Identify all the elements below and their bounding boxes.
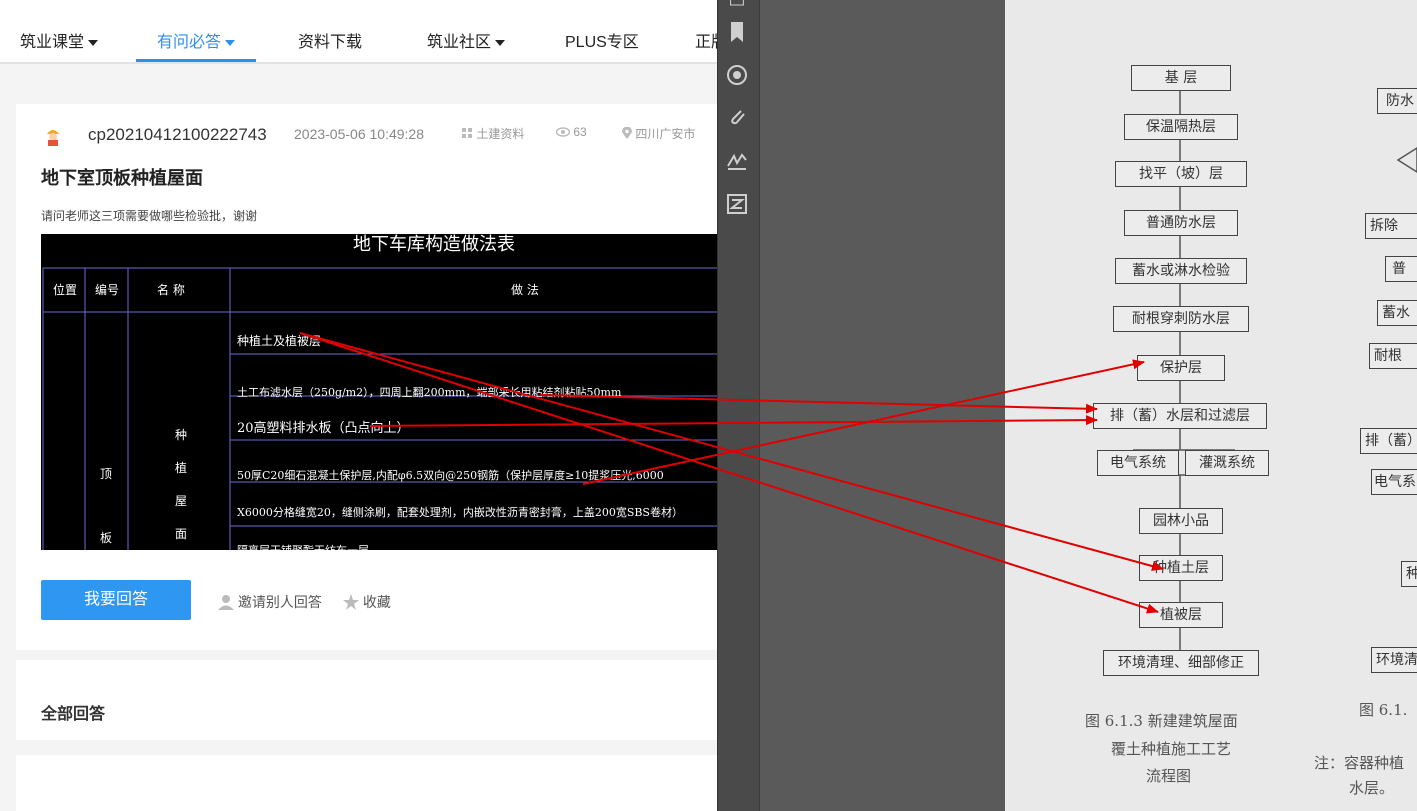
flow-step-4: 普通防水层 (1124, 210, 1238, 236)
question-title: 地下室顶板种植屋面 (41, 168, 203, 188)
user-invite-icon (218, 594, 234, 613)
figure-caption-3: 流程图 (1146, 767, 1192, 785)
grid-icon (462, 127, 473, 142)
answer-button[interactable]: 我要回答 (41, 580, 191, 620)
partial-step-4: 蓄水 (1377, 300, 1417, 326)
compare-icon[interactable] (726, 193, 748, 215)
partial-caption: 图 6.1. (1359, 701, 1408, 719)
flow-step-14: 环境清理、细部修正 (1103, 650, 1259, 676)
signature-icon[interactable] (726, 150, 748, 172)
flow-step-irrigation: 灌溉系统 (1185, 450, 1269, 476)
layer-row-1: 种植土及植被层 (237, 334, 322, 348)
figure-caption-2: 覆土种植施工工艺 (1111, 740, 1232, 758)
post-datetime: 2023-05-06 10:49:28 (294, 126, 424, 142)
layer-row-2: 土工布滤水层（250g/m2），四周上翻200mm，端部采长用粘结剂粘贴50mm (237, 386, 622, 399)
answers-heading: 全部回答 (41, 706, 106, 723)
flow-step-13: 植被层 (1139, 602, 1223, 628)
header-number: 编号 (95, 283, 120, 297)
nav-item-qa[interactable]: 有问必答 (136, 28, 256, 62)
web-page: 筑业课堂 有问必答 资料下载 筑业社区 PLUS专区 正版 cp20210412… (0, 0, 717, 811)
flow-step-5: 蓄水或淋水检验 (1115, 258, 1247, 284)
partial-step-7: 电气系 (1371, 469, 1417, 495)
flow-step-7: 保护层 (1137, 355, 1225, 381)
flow-step-12: 种植土层 (1139, 555, 1223, 581)
views-meta: 63 (555, 125, 587, 140)
partial-step-8: 种 (1401, 561, 1417, 587)
flow-step-1: 基 层 (1131, 65, 1231, 91)
name-cell: 种植屋面 (175, 428, 188, 541)
nav-item-course[interactable]: 筑业课堂 (20, 28, 99, 62)
avatar[interactable] (44, 126, 62, 146)
image-title: 地下车库构造做法表 (353, 234, 515, 255)
top-navigation: 筑业课堂 有问必答 资料下载 筑业社区 PLUS专区 正版 (0, 0, 717, 64)
layer-row-6: 隔离层干铺聚酯无纺布一层 (237, 542, 369, 550)
flow-step-3: 找平（坡）层 (1115, 161, 1247, 187)
bookmark-icon[interactable] (726, 22, 748, 44)
flow-step-2: 保温隔热层 (1124, 114, 1238, 140)
pdf-viewer: ▭ 基 层 保温隔热层 找平（坡）层 普通防水层 蓄水或淋水检验 耐根穿刺防水层… (717, 0, 1417, 811)
position-cell: 顶板 (100, 467, 113, 545)
target-icon[interactable] (726, 64, 748, 86)
eye-icon (555, 126, 571, 140)
layer-row-5: X6000分格缝宽20，缝侧涂刷，配套处理剂，内嵌改性沥青密封膏，上盖200宽S… (237, 506, 683, 519)
star-icon (343, 593, 359, 613)
invite-button[interactable]: 邀请别人回答 (218, 592, 322, 613)
pdf-sidebar-toolbar: ▭ (717, 0, 760, 811)
nav-item-genuine[interactable]: 正版 (695, 28, 717, 62)
chevron-down-icon (88, 39, 99, 46)
chevron-down-icon (225, 39, 235, 46)
flow-step-electrical: 电气系统 (1097, 450, 1179, 476)
answers-card: 全部回答 (16, 660, 717, 740)
partial-note-2: 水层。 (1349, 779, 1395, 797)
partial-step-5: 耐根 (1369, 343, 1417, 369)
layer-row-4: 50厚C20细石混凝土保护层,内配φ6.5双向@250钢筋（保护层厚度≥10提浆… (237, 469, 664, 482)
flow-step-11: 园林小品 (1139, 508, 1223, 534)
partial-step-9: 环境清 (1371, 647, 1417, 673)
favorite-button[interactable]: 收藏 (343, 592, 391, 613)
nav-item-community[interactable]: 筑业社区 (427, 28, 506, 62)
nav-item-plus[interactable]: PLUS专区 (565, 28, 639, 62)
question-text: 请问老师这三项需要做哪些检验批，谢谢 (41, 209, 258, 223)
header-method: 做 法 (511, 283, 539, 297)
page-icon[interactable]: ▭ (726, 0, 748, 12)
header-name: 名 称 (157, 283, 185, 297)
partial-step-1: 防水 (1377, 88, 1417, 114)
chevron-down-icon (495, 39, 506, 46)
pdf-panel (759, 0, 1006, 811)
answers-list (16, 755, 717, 811)
partial-note: 注：容器种植 (1314, 754, 1405, 772)
username[interactable]: cp20210412100222743 (88, 125, 267, 145)
category-meta[interactable]: 土建资料 (462, 125, 524, 142)
header-position: 位置 (53, 283, 78, 297)
figure-caption: 图 6.1.3 新建建筑屋面 (1085, 712, 1238, 730)
partial-step-6: 排（蓄） (1360, 428, 1417, 454)
location-pin-icon (622, 126, 632, 143)
flow-step-6: 耐根穿刺防水层 (1113, 306, 1249, 332)
location-meta: 四川广安市 (622, 125, 695, 143)
pdf-page[interactable]: 基 层 保温隔热层 找平（坡）层 普通防水层 蓄水或淋水检验 耐根穿刺防水层 保… (1005, 0, 1417, 811)
nav-item-downloads[interactable]: 资料下载 (298, 28, 362, 62)
layer-row-3: 20高塑料排水板（凸点向上） (237, 421, 410, 436)
flow-step-8: 排（蓄）水层和过滤层 (1093, 403, 1267, 429)
partial-step-2: 拆除 (1365, 213, 1417, 239)
attachment-icon[interactable] (726, 106, 748, 128)
question-image[interactable]: 地下车库构造做法表 位置 编号 名 称 做 法 顶板 种植屋面 种植土及植被层 … (41, 234, 717, 550)
partial-step-3: 普 (1385, 256, 1417, 282)
